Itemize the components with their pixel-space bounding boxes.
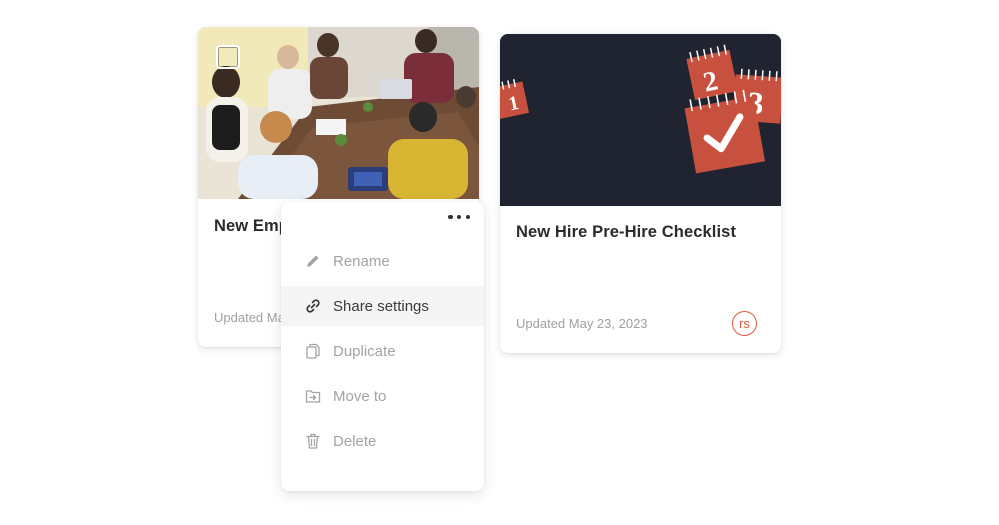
copy-icon [304, 342, 322, 360]
pencil-icon [304, 252, 322, 270]
link-icon [304, 297, 322, 315]
move-to-folder-icon [304, 387, 322, 405]
menu-item-label: Duplicate [333, 342, 396, 360]
menu-item-duplicate[interactable]: Duplicate [281, 331, 484, 371]
menu-item-label: Delete [333, 432, 377, 450]
select-checkbox[interactable] [216, 45, 240, 69]
updated-date: Updated Ma [214, 310, 285, 325]
trash-icon [304, 432, 322, 450]
more-dots-icon[interactable] [448, 210, 470, 224]
owner-avatar[interactable]: rs [732, 311, 757, 336]
menu-item-label: Rename [333, 252, 390, 270]
document-card-new-hire-checklist[interactable]: 1 2 3 New Hire Pre-Hire Checklist Update… [500, 34, 781, 353]
photo-illustration [198, 27, 479, 199]
card-title: New Emp [214, 217, 289, 235]
updated-date: Updated May 23, 2023 [516, 316, 648, 331]
card-title: New Hire Pre-Hire Checklist [516, 223, 737, 241]
menu-item-delete[interactable]: Delete [281, 421, 484, 461]
menu-item-share-settings[interactable]: Share settings [281, 286, 484, 326]
menu-item-label: Move to [333, 387, 387, 405]
checklist-thumbnail: 1 2 3 [500, 34, 781, 206]
card-context-menu: Rename Share settings Duplicate Move to … [281, 202, 484, 491]
menu-item-move-to[interactable]: Move to [281, 376, 484, 416]
menu-item-rename[interactable]: Rename [281, 241, 484, 281]
team-meeting-photo [198, 27, 479, 199]
calendar-illustration: 1 2 3 [500, 34, 781, 206]
menu-item-label: Share settings [333, 297, 429, 315]
